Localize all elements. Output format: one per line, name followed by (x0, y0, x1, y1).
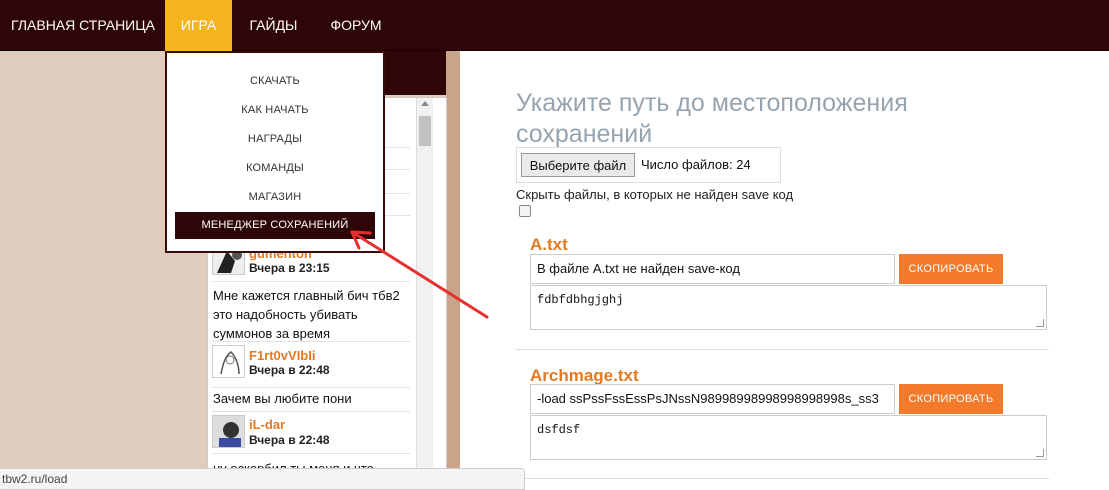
chat-divider (212, 411, 410, 412)
choose-file-button[interactable]: Выберите файл (521, 153, 635, 177)
avatar[interactable] (212, 415, 245, 448)
chat-message-text: Зачем вы любите пони (213, 391, 352, 406)
browser-status-bar: tbw2.ru/load (0, 468, 525, 490)
chat-header-bar (385, 51, 446, 95)
menu-item-download[interactable]: СКАЧАТЬ (167, 75, 383, 87)
chat-username[interactable]: iL-dar (249, 417, 285, 432)
chat-divider (212, 453, 410, 454)
menu-item-save-manager[interactable]: МЕНЕДЖЕР СОХРАНЕНИЙ (175, 212, 375, 239)
hide-files-checkbox[interactable] (519, 205, 531, 217)
hide-files-label: Скрыть файлы, в которых не найден save к… (516, 187, 794, 202)
file-status-field[interactable]: -load ssPssFssEssPsJNssN9899899899899899… (530, 384, 895, 414)
chat-message-text: Мне кажется главный бич тбв2 это надобно… (213, 288, 400, 341)
chat-username[interactable]: F1rt0vVIbIi (249, 348, 315, 363)
avatar[interactable] (212, 345, 245, 378)
chat-divider (212, 387, 410, 388)
top-navigation: ГЛАВНАЯ СТРАНИЦА ИГРА ГАЙДЫ ФОРУМ (0, 0, 1109, 51)
copy-button[interactable]: СКОПИРОВАТЬ (899, 384, 1003, 414)
nav-item-guides[interactable]: ГАЙДЫ (240, 0, 307, 51)
menu-item-how-to-start[interactable]: КАК НАЧАТЬ (167, 104, 383, 116)
file-divider (515, 478, 1049, 479)
file-code-text: dsfdsf (537, 423, 581, 437)
file-code-textarea[interactable]: dsfdsf (530, 415, 1047, 460)
scroll-up-icon[interactable] (421, 101, 429, 106)
avatar-image-icon (213, 346, 244, 377)
file-divider (515, 349, 1049, 350)
chat-divider (212, 281, 410, 282)
menu-item-commands[interactable]: КОМАНДЫ (167, 162, 383, 174)
scrollbar-thumb[interactable] (419, 116, 431, 146)
chat-timestamp: Вчера в 22:48 (249, 363, 330, 377)
file-count: Число файлов: 24 (641, 157, 751, 172)
menu-item-shop[interactable]: МАГАЗИН (167, 191, 383, 203)
chat-scrollbar[interactable] (416, 98, 433, 490)
resize-grip-icon[interactable] (1036, 449, 1044, 457)
nav-item-forum[interactable]: ФОРУМ (320, 0, 392, 51)
nav-item-home[interactable]: ГЛАВНАЯ СТРАНИЦА (11, 0, 155, 51)
copy-button[interactable]: СКОПИРОВАТЬ (899, 254, 1003, 284)
chat-timestamp: Вчера в 23:15 (249, 261, 330, 275)
file-status-field[interactable]: В файле A.txt не найден save-код (530, 254, 895, 284)
file-code-text: fdbfdbhgjghj (537, 293, 624, 307)
nav-item-game[interactable]: ИГРА (165, 0, 232, 51)
avatar-image-icon (213, 416, 244, 447)
page-title: Укажите путь до местоположения сохранени… (516, 89, 908, 148)
file-name: Archmage.txt (530, 366, 639, 385)
file-code-textarea[interactable]: fdbfdbhgjghj (530, 285, 1047, 330)
resize-grip-icon[interactable] (1036, 319, 1044, 327)
chat-divider (212, 341, 410, 342)
game-dropdown-menu: СКАЧАТЬ КАК НАЧАТЬ НАГРАДЫ КОМАНДЫ МАГАЗ… (165, 51, 385, 253)
left-border-stripe (446, 51, 460, 490)
file-name: A.txt (530, 235, 568, 254)
chat-timestamp: Вчера в 22:48 (249, 433, 330, 447)
menu-item-rewards[interactable]: НАГРАДЫ (167, 133, 383, 145)
